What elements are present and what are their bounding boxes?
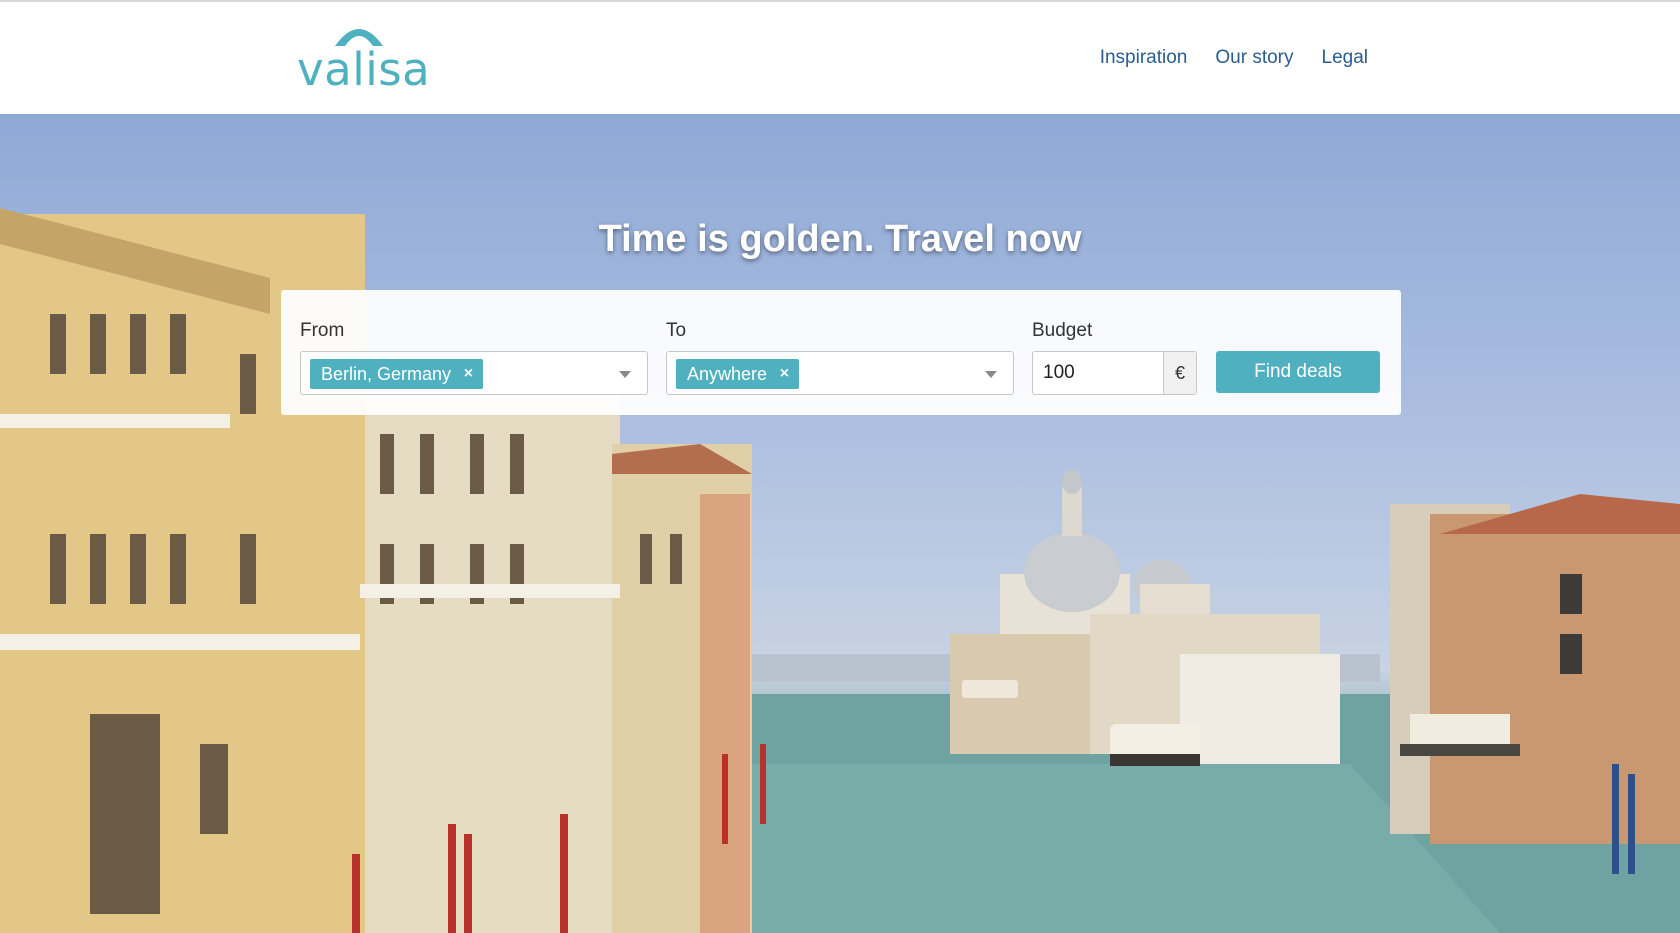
to-label: To [666, 320, 687, 341]
nav-link-inspiration[interactable]: Inspiration [1100, 46, 1188, 70]
budget-group: € [1032, 351, 1197, 395]
from-tag: Berlin, Germany × [310, 359, 484, 389]
to-tag: Anywhere × [676, 359, 800, 389]
from-chevron-down-icon[interactable] [619, 371, 631, 378]
from-select[interactable]: Berlin, Germany × [300, 351, 648, 395]
to-tag-label: Anywhere [687, 364, 768, 384]
remove-from-icon[interactable]: × [464, 359, 473, 389]
to-select[interactable]: Anywhere × [666, 351, 1014, 395]
budget-input[interactable] [1033, 352, 1164, 394]
brand-logo[interactable]: valisa [297, 20, 430, 96]
main-nav: Inspiration Our story Legal [1100, 46, 1368, 70]
brand-name: valisa [297, 43, 431, 96]
find-deals-button[interactable]: Find deals [1216, 351, 1380, 393]
to-chevron-down-icon[interactable] [985, 371, 997, 378]
search-panel: From Berlin, Germany × To Anywhere × Bud… [281, 290, 1401, 415]
currency-addon: € [1163, 352, 1196, 394]
site-header: valisa Inspiration Our story Legal [0, 2, 1680, 114]
from-tag-label: Berlin, Germany [321, 364, 452, 384]
budget-label: Budget [1032, 320, 1093, 341]
remove-to-icon[interactable]: × [780, 359, 789, 389]
from-label: From [300, 320, 345, 341]
nav-link-our-story[interactable]: Our story [1215, 46, 1293, 70]
nav-link-legal[interactable]: Legal [1322, 46, 1369, 70]
hero-section: Time is golden. Travel now [0, 114, 1680, 933]
hero-headline: Time is golden. Travel now [598, 218, 1082, 260]
